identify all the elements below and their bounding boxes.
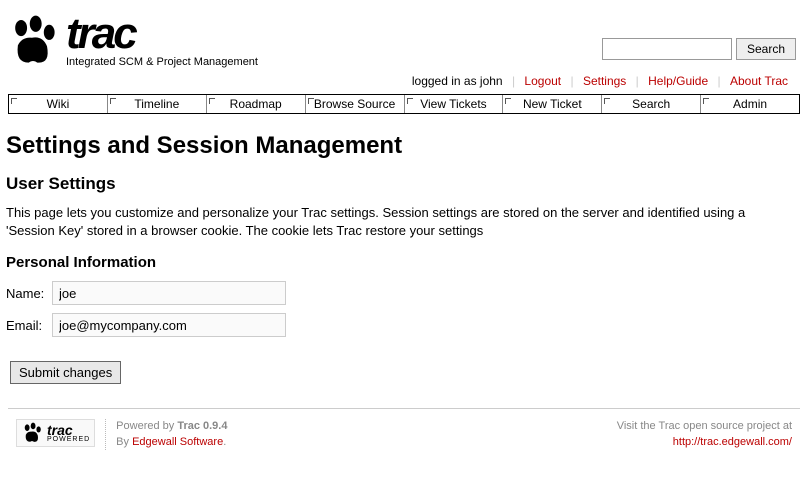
search-input[interactable] <box>602 38 732 60</box>
settings-description: This page lets you customize and persona… <box>4 204 794 240</box>
trac-version: Trac 0.9.4 <box>177 420 227 432</box>
page-title: Settings and Session Management <box>4 132 804 160</box>
section-user-settings: User Settings <box>4 174 804 194</box>
paw-icon <box>6 14 60 68</box>
nav-admin[interactable]: Admin <box>700 95 799 113</box>
name-field[interactable] <box>52 281 286 305</box>
trac-url-link[interactable]: http://trac.edgewall.com/ <box>617 435 792 450</box>
help-link[interactable]: Help/Guide <box>644 74 712 88</box>
nav-view-tickets[interactable]: View Tickets <box>404 95 503 113</box>
search-area: Search <box>602 8 796 60</box>
edgewall-link[interactable]: Edgewall Software <box>132 436 223 448</box>
nav-browse-source[interactable]: Browse Source <box>305 95 404 113</box>
section-personal-info: Personal Information <box>4 254 804 271</box>
logo-tagline: Integrated SCM & Project Management <box>66 56 258 68</box>
submit-button[interactable]: Submit changes <box>10 361 121 384</box>
footer-logo[interactable]: tracPOWERED <box>16 419 95 447</box>
nav-wiki[interactable]: Wiki <box>9 95 107 113</box>
footer: tracPOWERED Powered by Trac 0.9.4 By Edg… <box>4 415 804 454</box>
email-field[interactable] <box>52 313 286 337</box>
logged-in-text: logged in as john <box>408 74 507 88</box>
name-label: Name: <box>6 286 52 301</box>
paw-icon <box>21 422 43 444</box>
nav-search[interactable]: Search <box>601 95 700 113</box>
logo: trac Integrated SCM & Project Management <box>4 8 258 68</box>
about-link[interactable]: About Trac <box>726 74 792 88</box>
nav-new-ticket[interactable]: New Ticket <box>502 95 601 113</box>
logout-link[interactable]: Logout <box>520 74 565 88</box>
by-text: By <box>116 436 132 448</box>
powered-by-text: Powered by <box>116 420 177 432</box>
visit-text: Visit the Trac open source project at <box>617 419 792 434</box>
divider <box>8 408 800 409</box>
main-nav: Wiki Timeline Roadmap Browse Source View… <box>8 94 800 114</box>
logo-text: trac <box>66 14 258 54</box>
email-label: Email: <box>6 318 52 333</box>
nav-roadmap[interactable]: Roadmap <box>206 95 305 113</box>
search-button[interactable]: Search <box>736 38 796 60</box>
metanav: logged in as john | Logout | Settings | … <box>4 68 804 92</box>
nav-timeline[interactable]: Timeline <box>107 95 206 113</box>
settings-link[interactable]: Settings <box>579 74 630 88</box>
